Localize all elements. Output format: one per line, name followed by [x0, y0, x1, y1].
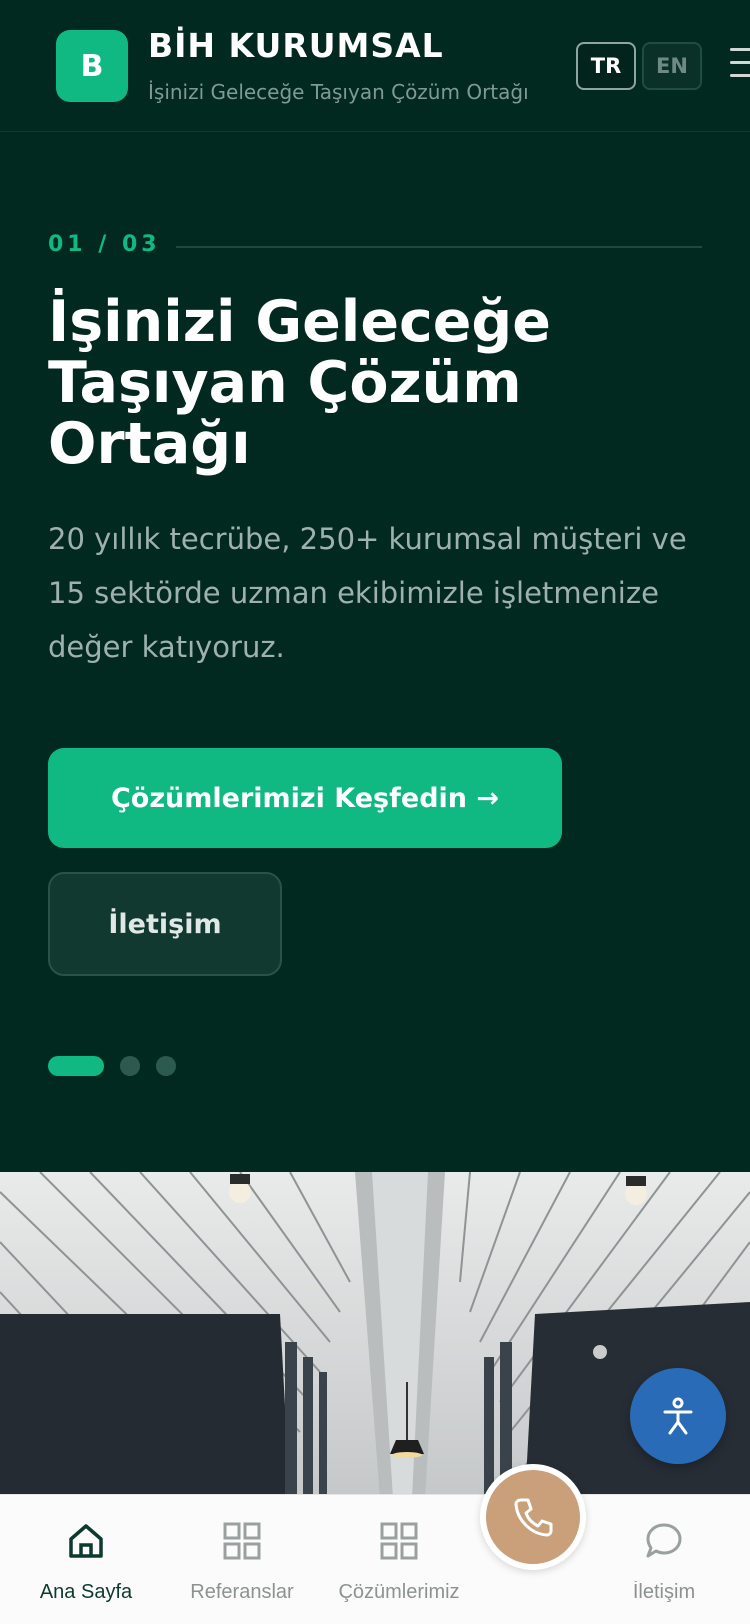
slide-dot-3[interactable] — [156, 1056, 176, 1076]
logo[interactable]: B — [56, 30, 128, 102]
nav-label-solutions: Çözümlerimiz — [338, 1581, 460, 1603]
home-icon — [69, 1524, 103, 1558]
nav-item-contact[interactable]: İletişim — [589, 1495, 739, 1624]
nav-item-home[interactable]: Ana Sayfa — [11, 1495, 161, 1624]
bottom-navigation: Ana Sayfa Referanslar Çözümlerimiz İleti… — [0, 1494, 750, 1624]
slide-dot-1[interactable] — [48, 1056, 104, 1076]
chat-icon — [646, 1523, 682, 1558]
nav-label-contact: İletişim — [632, 1581, 696, 1603]
hamburger-menu-icon[interactable] — [730, 48, 750, 82]
explore-solutions-button[interactable]: Çözümlerimizi Keşfedin → — [48, 748, 562, 848]
app-header: B BİH KURUMSAL İşinizi Geleceğe Taşıyan … — [0, 0, 750, 132]
brand-tagline: İşinizi Geleceğe Taşıyan Çözüm Ortağı — [148, 80, 529, 104]
nav-item-references[interactable]: Referanslar — [167, 1495, 317, 1624]
nav-label-references: Referanslar — [190, 1581, 294, 1603]
nav-label-home: Ana Sayfa — [39, 1581, 133, 1603]
counter-divider — [176, 246, 702, 248]
accessibility-icon — [663, 1397, 693, 1435]
language-en-button[interactable]: EN — [642, 42, 702, 90]
slide-dot-2[interactable] — [120, 1056, 140, 1076]
language-tr-button[interactable]: TR — [576, 42, 636, 90]
hero-title: İşinizi Geleceğe Taşıyan Çözüm Ortağı — [48, 289, 551, 477]
office-image — [0, 1172, 750, 1498]
grid-icon — [223, 1522, 261, 1560]
hero-slider: 01 / 03 İşinizi Geleceğe Taşıyan Çözüm O… — [0, 132, 750, 1172]
accessibility-button[interactable] — [630, 1368, 726, 1464]
slide-counter: 01 / 03 — [48, 232, 161, 257]
phone-icon — [514, 1498, 553, 1537]
nav-item-solutions[interactable]: Çözümlerimiz — [324, 1495, 474, 1624]
grid-icon — [380, 1522, 418, 1560]
contact-button[interactable]: İletişim — [48, 872, 282, 976]
call-button[interactable] — [480, 1464, 586, 1570]
brand-name: BİH KURUMSAL — [148, 26, 444, 65]
hero-subtitle: 20 yıllık tecrübe, 250+ kurumsal müşteri… — [48, 522, 687, 664]
